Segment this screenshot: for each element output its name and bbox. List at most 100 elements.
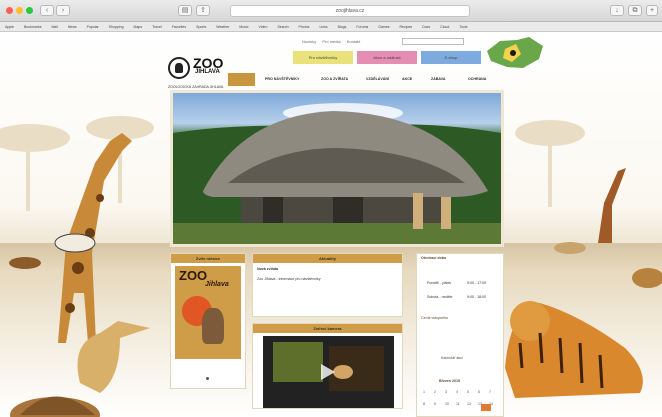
bookmark-item[interactable]: News (68, 25, 77, 29)
search-input[interactable] (402, 38, 464, 45)
carousel-dot[interactable] (206, 377, 209, 380)
bookmark-item[interactable]: Bookmarks (24, 25, 42, 29)
calendar-day[interactable]: 3 (445, 390, 447, 394)
toplink-news[interactable]: Novinky (302, 39, 316, 44)
giraffe-small-icon (598, 168, 626, 243)
tiger-icon (505, 301, 643, 398)
logo-city: JIHLAVA (195, 69, 220, 75)
hours-row-2-value: 9:00 - 18:00 (467, 295, 487, 299)
menu-item-visitors[interactable]: PRO NÁVŠTĚVNÍKY (265, 73, 299, 85)
forward-button[interactable]: › (56, 5, 70, 16)
bookmark-item[interactable]: Apple (5, 25, 14, 29)
animal-of-month-box: Zvíře měsíce ZOO Jihlava (170, 253, 246, 389)
bookmark-item[interactable]: Video (259, 25, 268, 29)
bookmark-item[interactable]: Shopping (109, 25, 124, 29)
toplink-media[interactable]: Pro média (322, 39, 340, 44)
calendar-day[interactable]: 11 (456, 402, 460, 406)
poster-animal-icon (202, 308, 224, 344)
minimize-window-button[interactable] (16, 7, 23, 14)
eshop-button[interactable]: E-shop (421, 51, 481, 64)
calendar-title: Kalendář akcí (441, 356, 463, 360)
bookmark-item[interactable]: Favorites (172, 25, 186, 29)
menu-item-events[interactable]: AKCE (402, 73, 412, 85)
add-tab-button[interactable]: + (646, 5, 658, 16)
hours-row-1-value: 9:00 - 17:00 (467, 281, 487, 285)
menu-item-animals[interactable]: ZOO A ZVÍŘATA (321, 73, 348, 85)
calendar-day[interactable]: 9 (434, 402, 436, 406)
bookmark-item[interactable]: Popular (87, 25, 99, 29)
bookmark-item[interactable]: Sports (196, 25, 206, 29)
region-map-icon[interactable] (485, 37, 545, 69)
calendar-day[interactable]: 12 (467, 402, 471, 406)
animal-poster[interactable]: ZOO Jihlava (175, 266, 241, 359)
antelope-icon (554, 242, 586, 254)
bookmark-item[interactable]: Cloud (440, 25, 449, 29)
left-animals-illustration (0, 116, 154, 417)
calendar-day[interactable]: 4 (456, 390, 458, 394)
tortoise-icon (10, 396, 100, 417)
hours-title: Otevírací doba (421, 256, 446, 260)
acacia-trees (0, 116, 154, 211)
video-box: Zvířecí kamera (252, 323, 403, 409)
calendar-day[interactable]: 5 (467, 390, 469, 394)
hero-photo[interactable] (170, 90, 504, 247)
bookmark-item[interactable]: Maps (134, 25, 143, 29)
zoom-window-button[interactable] (26, 7, 33, 14)
web-page: ZOO JIHLAVA ZOOLOGICKÁ ZAHRADA JIHLAVA N… (0, 33, 662, 417)
calendar-day[interactable]: 7 (489, 390, 491, 394)
bookmark-item[interactable]: Tools (459, 25, 467, 29)
bookmark-item[interactable]: Weather (216, 25, 229, 29)
hours-row-2-label: Sobota - neděle (427, 295, 453, 299)
video-player[interactable] (263, 336, 394, 408)
sidebar-icon[interactable]: ▤ (178, 5, 192, 16)
bookmark-item[interactable]: Games (378, 25, 389, 29)
share-icon[interactable]: ⇪ (196, 5, 210, 16)
top-links: Novinky Pro média Kontakt (302, 39, 365, 44)
bookmark-item[interactable]: Docs (422, 25, 430, 29)
bookmark-item[interactable]: Mail (51, 25, 57, 29)
bookmarks-bar: Apple Bookmarks Mail News Popular Shopping Map… (0, 22, 662, 32)
video-box-title: Zvířecí kamera (253, 324, 402, 333)
close-window-button[interactable] (6, 7, 13, 14)
zebra-icon (54, 233, 96, 253)
bookmark-item[interactable]: Blogs (338, 25, 347, 29)
bookmark-item[interactable]: Music (239, 25, 248, 29)
hours-row-1-label: Pondělí - pátek (427, 281, 452, 285)
calendar-day[interactable]: 8 (423, 402, 425, 406)
calendar-day[interactable]: 6 (478, 390, 480, 394)
bookmark-item[interactable]: Search (277, 25, 288, 29)
poster-subtitle: Jihlava (205, 281, 229, 288)
logo-animal-icon (168, 57, 190, 79)
calendar-day[interactable]: 1 (423, 390, 425, 394)
tabs-icon[interactable]: ⧉ (628, 5, 642, 16)
logo-subtitle: ZOOLOGICKÁ ZAHRADA JIHLAVA (168, 85, 224, 89)
address-bar[interactable]: zoojihlava.cz (230, 5, 470, 17)
wild-dog-icon (9, 257, 41, 269)
calendar-day[interactable]: 2 (434, 390, 436, 394)
calendar-month: Březen 2015 (439, 379, 460, 383)
toplink-contact[interactable]: Kontakt (347, 39, 361, 44)
back-button[interactable]: ‹ (40, 5, 54, 16)
events-button[interactable]: Akce a události (357, 51, 417, 64)
bookmark-item[interactable]: Photos (299, 25, 310, 29)
calendar-grid: 1 2 3 4 5 6 7 8 9 10 11 12 13 14 (423, 390, 499, 416)
downloads-icon[interactable]: ↓ (610, 5, 624, 16)
menu-item-home[interactable] (228, 73, 255, 86)
bookmark-item[interactable]: Forums (356, 25, 368, 29)
opening-hours-box: Otevírací doba Pondělí - pátek 9:00 - 17… (416, 253, 504, 417)
bookmark-item[interactable]: Recipes (400, 25, 413, 29)
browser-toolbar: ‹ › ▤ ⇪ zoojihlava.cz ↓ ⧉ + (0, 0, 662, 22)
visitors-button[interactable]: Pro návštěvníky (293, 51, 353, 64)
calendar-day[interactable]: 10 (445, 402, 449, 406)
thatched-building-image (173, 103, 501, 244)
poster-title: ZOO (179, 268, 208, 283)
news-headline[interactable]: Nová zvířata (257, 267, 278, 271)
bookmark-item[interactable]: Links (319, 25, 327, 29)
news-body: Zoo Jihlava - informace pro návštěvníky (257, 277, 321, 281)
price-link[interactable]: Ceník vstupného (421, 316, 448, 320)
menu-item-fun[interactable]: ZÁBAVA (431, 73, 445, 85)
bookmark-item[interactable]: Travel (152, 25, 162, 29)
menu-item-education[interactable]: VZDĚLÁVÁNÍ (366, 73, 389, 85)
calendar-today[interactable] (481, 404, 491, 411)
menu-item-conservation[interactable]: OCHRANA (468, 73, 486, 85)
